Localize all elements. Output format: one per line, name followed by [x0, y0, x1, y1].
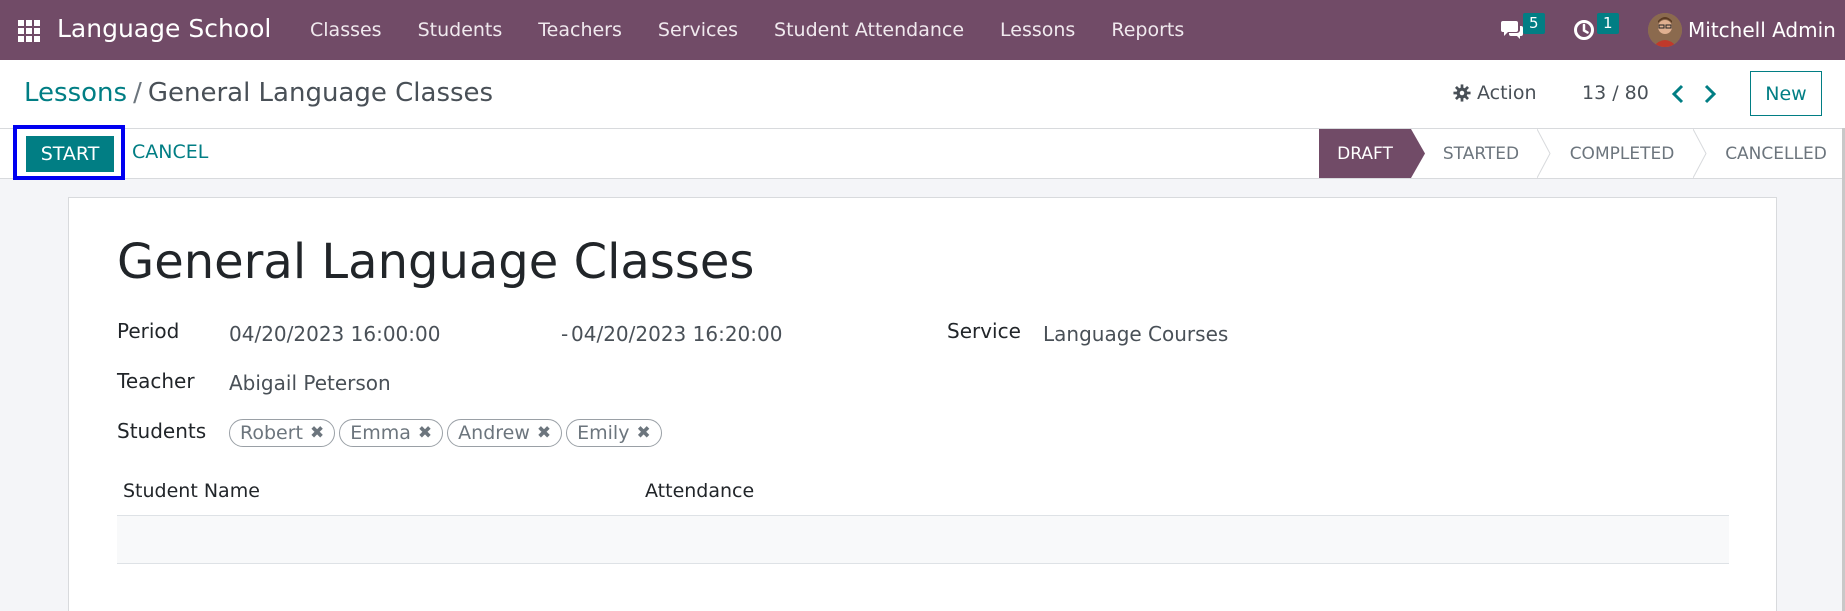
breadcrumb-separator: /: [133, 78, 142, 108]
student-tag: Robert ✖: [229, 419, 336, 447]
stage-draft[interactable]: DRAFT: [1319, 129, 1411, 178]
user-avatar[interactable]: [1648, 13, 1682, 47]
remove-tag-icon[interactable]: ✖: [636, 423, 650, 443]
start-button-highlight: START: [13, 125, 125, 180]
action-menu-button[interactable]: Action: [1453, 82, 1537, 104]
app-brand[interactable]: Language School: [57, 14, 271, 43]
table-row: [117, 516, 1729, 564]
menu-item-services[interactable]: Services: [640, 19, 756, 41]
students-tags-field[interactable]: Robert ✖ Emma ✖ Andrew ✖ Emily ✖: [229, 419, 666, 447]
activities-clock-icon[interactable]: [1573, 19, 1595, 41]
period-start-field[interactable]: 04/20/2023 16:00:00: [229, 322, 440, 346]
student-tag-label: Emily: [577, 422, 630, 444]
stage-divider-icon: [1693, 129, 1707, 178]
menu-item-students[interactable]: Students: [400, 19, 521, 41]
menu-item-classes[interactable]: Classes: [292, 19, 400, 41]
students-label: Students: [117, 419, 207, 443]
activities-count-badge: 1: [1597, 13, 1619, 34]
messages-icon[interactable]: [1500, 19, 1524, 41]
user-name[interactable]: Mitchell Admin: [1688, 18, 1836, 42]
service-field[interactable]: Language Courses: [1043, 322, 1228, 346]
stage-divider-icon: [1537, 129, 1551, 178]
teacher-field[interactable]: Abigail Peterson: [229, 371, 391, 395]
stage-arrow-icon: [1411, 129, 1425, 178]
student-tag-label: Robert: [240, 422, 303, 444]
menu-item-teachers[interactable]: Teachers: [520, 19, 640, 41]
pager-value[interactable]: 13 / 80: [1582, 82, 1649, 104]
teacher-label: Teacher: [117, 369, 195, 393]
menu-item-student-attendance[interactable]: Student Attendance: [756, 19, 982, 41]
cancel-button[interactable]: CANCEL: [132, 141, 208, 163]
form-sheet: General Language Classes Period 04/20/20…: [68, 197, 1777, 611]
control-panel: Lessons / General Language Classes Action …: [0, 60, 1845, 128]
record-title[interactable]: General Language Classes: [117, 234, 754, 290]
remove-tag-icon[interactable]: ✖: [418, 423, 432, 443]
breadcrumb-current: General Language Classes: [147, 78, 494, 108]
period-end-field[interactable]: 04/20/2023 16:20:00: [571, 322, 782, 346]
remove-tag-icon[interactable]: ✖: [310, 423, 324, 443]
new-record-button[interactable]: New: [1750, 71, 1822, 116]
menu-item-reports[interactable]: Reports: [1093, 19, 1202, 41]
messages-count-badge: 5: [1523, 13, 1545, 34]
breadcrumb-lessons-link[interactable]: Lessons: [24, 78, 127, 108]
menu-item-lessons[interactable]: Lessons: [982, 19, 1093, 41]
apps-menu-icon[interactable]: [18, 20, 40, 42]
stage-completed[interactable]: COMPLETED: [1551, 129, 1693, 178]
pager-next-icon[interactable]: [1697, 82, 1721, 106]
period-separator: -: [561, 322, 569, 346]
breadcrumb: Lessons / General Language Classes: [24, 78, 493, 108]
form-statusbar: START CANCEL DRAFT STARTED COMPLETED CAN…: [0, 125, 1845, 180]
top-navbar: Language School Classes Students Teacher…: [0, 0, 1845, 60]
gear-icon: [1453, 84, 1471, 102]
student-tag-label: Emma: [350, 422, 411, 444]
student-tag: Andrew ✖: [447, 419, 563, 447]
start-button[interactable]: START: [26, 136, 114, 172]
column-attendance[interactable]: Attendance: [645, 480, 754, 502]
service-label: Service: [947, 319, 1021, 343]
main-menu: Classes Students Teachers Services Stude…: [292, 0, 1202, 60]
column-student-name[interactable]: Student Name: [123, 480, 260, 502]
attendance-table-header: Student Name Attendance: [117, 468, 1729, 516]
student-tag: Emma ✖: [339, 419, 444, 447]
stage-started[interactable]: STARTED: [1425, 129, 1537, 178]
remove-tag-icon[interactable]: ✖: [537, 423, 551, 443]
pager-previous-icon[interactable]: [1667, 82, 1691, 106]
period-label: Period: [117, 319, 180, 343]
student-tag: Emily ✖: [566, 419, 662, 447]
action-label: Action: [1477, 82, 1537, 104]
stage-cancelled[interactable]: CANCELLED: [1707, 129, 1845, 178]
student-tag-label: Andrew: [458, 422, 530, 444]
